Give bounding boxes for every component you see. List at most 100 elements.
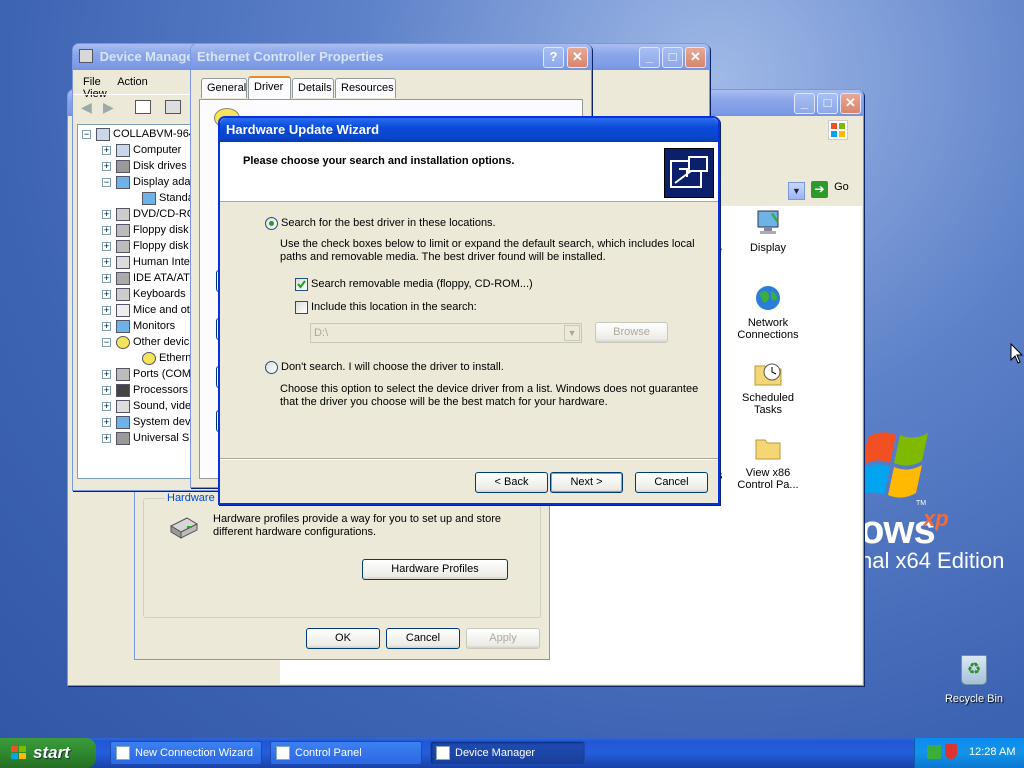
dont-search-radio[interactable] [265,361,278,374]
tree-item-label: Computer [133,144,182,156]
help-button[interactable]: ? [543,47,564,68]
expand-icon[interactable]: + [102,402,111,411]
wizard-titlebar[interactable]: Hardware Update Wizard [220,118,718,142]
properties-icon[interactable] [165,100,181,114]
expand-icon[interactable]: + [102,418,111,427]
include-location-checkbox[interactable] [295,301,308,314]
collapse-icon[interactable]: − [102,178,111,187]
control-panel-icon [276,746,290,760]
cancel-button[interactable]: Cancel [386,628,460,649]
tab-details[interactable]: Details [292,78,334,98]
expand-icon[interactable]: + [102,242,111,251]
close-button[interactable]: ✕ [685,47,706,68]
ok-button[interactable]: OK [306,628,380,649]
tree-item-label: Processors [133,384,189,396]
system-icon [116,416,130,429]
minimize-button[interactable]: _ [794,93,815,114]
tree-item-label: DVD/CD-RC [133,208,193,220]
search-option-radio[interactable] [265,217,278,230]
window-title: Hardware Update Wizard [226,122,380,137]
close-button[interactable]: ✕ [567,47,588,68]
cpu-icon [116,384,130,397]
expand-icon[interactable]: + [102,434,111,443]
dont-search-label[interactable]: Don't search. I will choose the driver t… [281,361,504,373]
expand-icon[interactable]: + [102,290,111,299]
show-hide-tree-icon[interactable] [135,100,151,114]
task-device-manager[interactable]: Device Manager [430,741,585,765]
collapse-icon[interactable]: − [102,338,111,347]
expand-icon[interactable]: + [102,322,111,331]
apply-button: Apply [466,628,540,649]
cancel-button[interactable]: Cancel [635,472,708,493]
expand-icon[interactable]: + [102,306,111,315]
computer-icon [96,128,110,141]
cp-item-view-x86[interactable]: View x86 Control Pa... [733,433,803,491]
mouse-icon [116,304,130,317]
maximize-button[interactable]: □ [662,47,683,68]
go-button[interactable]: ➔ Go [811,181,851,201]
expand-icon[interactable]: + [102,210,111,219]
include-location-label[interactable]: Include this location in the search: [311,301,477,313]
tree-item-label: Ports (COM [133,368,192,380]
expand-icon[interactable]: + [102,370,111,379]
recycle-bin[interactable]: ♻ Recycle Bin [940,655,1008,705]
expand-icon[interactable]: + [102,386,111,395]
network-tray-icon[interactable] [927,745,941,759]
tab-driver[interactable]: Driver [248,76,291,99]
expand-icon[interactable]: + [102,146,111,155]
back-arrow-icon[interactable]: ◀ [81,99,92,116]
task-control-panel[interactable]: Control Panel [270,741,422,765]
cp-item-scheduled-tasks[interactable]: Scheduled Tasks [733,358,803,416]
minimize-button[interactable]: _ [639,47,660,68]
task-label: New Connection Wizard [135,747,253,759]
task-new-connection-wizard[interactable]: New Connection Wizard [110,741,262,765]
cp-item-label: View x86 Control Pa... [737,467,799,491]
unknown-icon [142,352,156,365]
menu-bar: File Action View [73,72,193,100]
ide-icon [116,272,130,285]
hardware-profiles-button[interactable]: Hardware Profiles [362,559,508,580]
menu-action[interactable]: Action [117,76,148,88]
removable-media-label[interactable]: Search removable media (floppy, CD-ROM..… [311,278,533,290]
recycle-bin-label: Recycle Bin [944,693,1004,705]
wizard-header-title: Please choose your search and installati… [243,155,515,167]
device-manager-icon [436,746,450,760]
tree-item-label: Keyboards [133,288,186,300]
toolbar: ◀ ▶ [73,94,193,120]
back-button[interactable]: < Back [475,472,548,493]
system-tray: 12:28 AM [914,738,1024,768]
cp-item-label: Display [749,242,787,254]
address-dropdown-arrow[interactable]: ▼ [788,182,805,200]
search-option-description: Use the check boxes below to limit or ex… [280,238,695,263]
cp-item-display[interactable]: Display [733,208,803,254]
security-shield-icon[interactable] [945,744,957,759]
hardware-profile-icon [167,514,199,542]
hardware-update-wizard: Hardware Update Wizard Please choose you… [218,116,720,505]
network-globe-icon [753,283,783,313]
collapse-icon[interactable]: − [82,130,91,139]
tab-strip: General Driver Details Resources [199,76,589,100]
clock[interactable]: 12:28 AM [969,746,1015,758]
maximize-button[interactable]: □ [817,93,838,114]
cp-item-network[interactable]: Network Connections [733,283,803,341]
expand-icon[interactable]: + [102,274,111,283]
forward-arrow-icon[interactable]: ▶ [103,99,114,116]
expand-icon[interactable]: + [102,258,111,267]
ethernet-properties-titlebar[interactable]: Ethernet Controller Properties ? ✕ [191,44,591,70]
removable-media-checkbox[interactable] [295,278,308,291]
tab-resources[interactable]: Resources [335,78,396,98]
usb-icon [116,432,130,445]
tree-item-label: Other devic [133,336,190,348]
search-option-label[interactable]: Search for the best driver in these loca… [281,217,496,229]
window-title: Device Manager [99,49,199,64]
close-button[interactable]: ✕ [840,93,861,114]
tree-item-label: Standa [159,192,193,204]
menu-file[interactable]: File [83,76,101,88]
location-combobox: D:\ ▼ [310,323,582,343]
expand-icon[interactable]: + [102,162,111,171]
tab-general[interactable]: General [201,78,247,98]
start-button[interactable]: start [0,738,96,768]
next-button[interactable]: Next > [550,472,623,493]
disk-icon [116,160,130,173]
expand-icon[interactable]: + [102,226,111,235]
